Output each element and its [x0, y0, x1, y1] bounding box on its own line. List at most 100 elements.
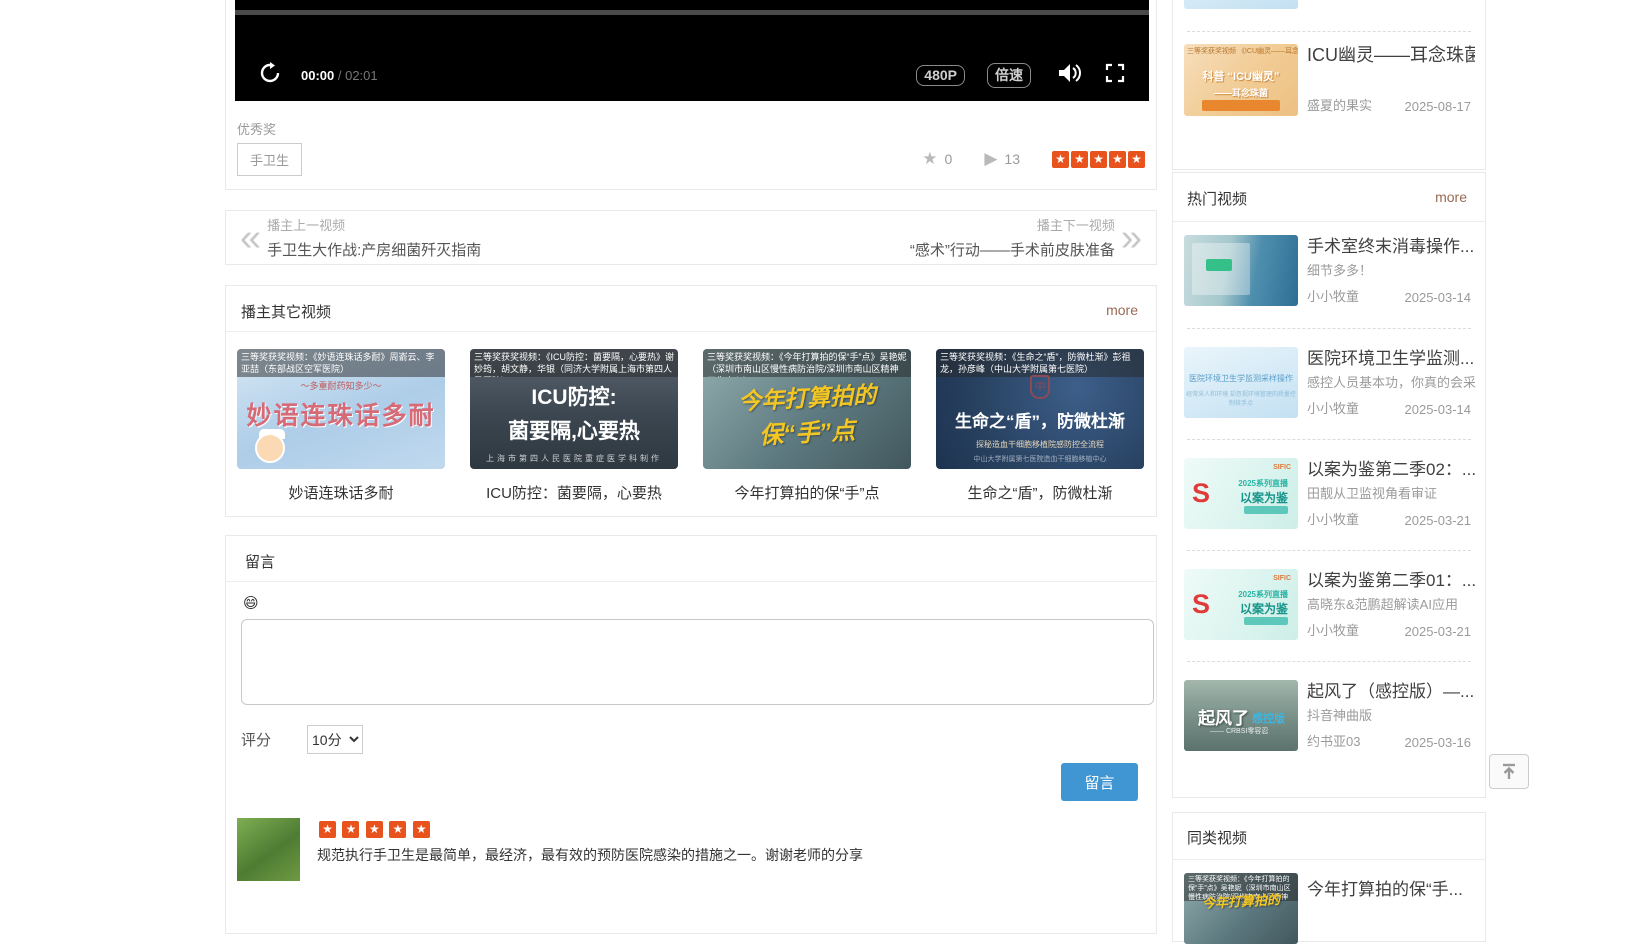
shield-icon: 中 — [1030, 375, 1050, 399]
video-title[interactable]: 医院环境卫生学监测... — [1307, 344, 1475, 369]
volume-icon[interactable] — [1057, 62, 1083, 89]
video-thumbnail[interactable] — [1184, 235, 1298, 306]
fullscreen-icon[interactable] — [1105, 63, 1125, 88]
comment-textarea[interactable] — [241, 619, 1154, 705]
quality-button[interactable]: 480P — [916, 65, 965, 86]
video-thumbnail[interactable]: 三等奖获奖视频：《ICU防控：菌要隔，心要热》谢妙筠，胡文静，华银（同济大学附属… — [470, 349, 678, 469]
sidebar-video-item[interactable]: 起风了 感控版 —— CRBSI零容忍 起风了（感控版）—... 抖音神曲版 约… — [1173, 680, 1485, 751]
uploader-video-card[interactable]: 三等奖获奖视频：《妙语连珠话多耐》周嵛云、李亚喆（东部战区空军医院） ～多重耐药… — [237, 349, 445, 503]
sidebar-video-item[interactable]: 三等奖获奖视频 《ICU幽灵——耳念珠菌》 马达梅 (广州医院) 科普 “ICU… — [1173, 44, 1485, 115]
rating-star-icon: ★ — [342, 821, 359, 838]
replay-icon[interactable] — [259, 62, 281, 89]
thumbnail-headline: ——耳念珠菌 — [1184, 86, 1298, 99]
sidebar-video-item[interactable]: S SIFIC 2025系列直播 以案为鉴 以案为鉴第二季01：... 高晓东&… — [1173, 569, 1485, 640]
video-desc: 感控人员基本功，你真的会采 — [1307, 372, 1475, 391]
video-title[interactable]: 妙语连珠话多耐 — [237, 482, 445, 503]
video-thumbnail[interactable]: 医院环境卫生学监测采样操作 经常采人和环境 却忽视环境管理的质量控制核手点 — [1184, 347, 1298, 418]
sidebar-video-item[interactable]: S SIFIC 2025系列直播 以案为鉴 以案为鉴第二季02：... 田靓从卫… — [1173, 458, 1485, 529]
video-player[interactable]: 00:00 / 02:01 480P 倍速 — [235, 0, 1149, 101]
avatar — [237, 818, 300, 881]
thumbnail-subline: 经常采人和环境 却忽视环境管理的质量控制核手点 — [1184, 389, 1298, 407]
view-count: 13 — [1004, 151, 1020, 167]
thumbnail-headline: 2025系列直播 — [1238, 589, 1288, 600]
rating-star-icon: ★ — [1071, 151, 1088, 168]
thumbnail-headline: 感控版 — [1252, 710, 1285, 726]
thumbnail-banner — [1244, 506, 1288, 514]
video-desc: 田靓从卫监视角看审证 — [1307, 483, 1475, 502]
upload-date: 2025-08-17 — [1405, 99, 1472, 114]
thumbnail-footline: 上海市第四人民医院重症医学科制作 — [470, 453, 678, 464]
uploader-name: 小小牧童 — [1307, 620, 1359, 639]
uploader-video-card[interactable]: 三等奖获奖视频：《生命之“盾”，防微杜渐》彭祖龙，孙彦峰（中山大学附属第七医院）… — [936, 349, 1144, 503]
comment-rating-stars: ★ ★ ★ ★ ★ — [317, 820, 863, 838]
video-title[interactable]: 今年打算拍的保“手”点 — [703, 482, 911, 503]
speed-button[interactable]: 倍速 — [987, 63, 1031, 88]
video-thumbnail[interactable]: 三等奖获奖视频 《ICU幽灵——耳念珠菌》 马达梅 (广州医院) 科普 “ICU… — [1184, 44, 1298, 116]
video-title[interactable]: ICU防控：菌要隔，心要热 — [470, 482, 678, 503]
time-total: 02:01 — [345, 68, 378, 83]
uploader-video-card[interactable]: 三等奖获奖视频：《ICU防控：菌要隔，心要热》谢妙筠，胡文静，华银（同济大学附属… — [470, 349, 678, 503]
video-rating-stars: ★ ★ ★ ★ ★ — [1050, 151, 1145, 168]
prev-next-nav: « 播主上一视频 手卫生大作战:产房细菌歼灭指南 播主下一视频 “感术”行动——… — [225, 210, 1157, 265]
thumbnail-caption: 三等奖获奖视频：《妙语连珠话多耐》周嵛云、李亚喆（东部战区空军医院） — [237, 349, 445, 377]
submit-comment-button[interactable]: 留言 — [1061, 763, 1138, 801]
thumbnail-caption: 三等奖获奖视频 《ICU幽灵——耳念珠菌》 马达梅 (广州医院) — [1184, 44, 1298, 58]
thumbnail-headline: 科普 “ICU幽灵” — [1184, 68, 1298, 84]
arrow-to-top-icon — [1500, 763, 1518, 780]
favorite-star-icon: ★ — [922, 149, 937, 169]
similar-videos-panel: 同类视频 三等奖获奖视频：《今年打算拍的保“手”点》吴艳妮（深圳市南山区慢性病防… — [1172, 812, 1486, 942]
similar-videos-heading: 同类视频 — [1187, 827, 1247, 848]
scroll-to-top-button[interactable] — [1489, 754, 1529, 789]
video-thumbnail[interactable]: 三等奖获奖视频：《生命之“盾”，防微杜渐》彭祖龙，孙彦峰（中山大学附属第七医院）… — [936, 349, 1144, 469]
hot-videos-more-link[interactable]: more — [1435, 189, 1467, 205]
video-thumbnail[interactable]: S SIFIC 2025系列直播 以案为鉴 — [1184, 569, 1298, 640]
next-chevrons-icon: » — [1115, 223, 1148, 253]
video-thumbnail[interactable]: 三等奖获奖视频：《今年打算拍的保“手”点》吴艳妮（深圳市南山区慢性病防治院/深圳… — [703, 349, 911, 469]
thumbnail-banner — [1202, 100, 1280, 111]
seek-bar[interactable] — [235, 10, 1149, 15]
thumbnail-art — [1206, 259, 1232, 271]
uploader-videos-panel: 播主其它视频 more 三等奖获奖视频：《妙语连珠话多耐》周嵛云、李亚喆（东部战… — [225, 285, 1157, 517]
video-thumbnail[interactable]: 三等奖获奖视频：《今年打算拍的保“手”点》吴艳妮（深圳市南山区慢性病防治院/深圳… — [1184, 873, 1298, 944]
time-divider: / — [334, 68, 345, 83]
sific-logo: SIFIC — [1273, 575, 1291, 582]
rating-star-icon: ★ — [413, 821, 430, 838]
comments-heading: 留言 — [245, 551, 275, 572]
sidebar-video-item[interactable]: 手术室终末消毒操作... 细节多多！ 小小牧童 2025-03-14 — [1173, 235, 1485, 306]
video-title[interactable]: 手术室终末消毒操作... — [1307, 232, 1475, 257]
sidebar-video-item[interactable]: 三等奖获奖视频：《今年打算拍的保“手”点》吴艳妮（深圳市南山区慢性病防治院/深圳… — [1173, 873, 1485, 944]
rating-select[interactable]: 10分 — [307, 725, 363, 754]
video-title[interactable]: 以案为鉴第二季01：... — [1307, 566, 1475, 591]
tag-button[interactable]: 手卫生 — [237, 143, 302, 176]
sific-logo: SIFIC — [1273, 464, 1291, 471]
favorite-stat[interactable]: ★ 0 — [922, 149, 952, 169]
video-thumbnail[interactable]: 三等奖获奖视频：《妙语连珠话多耐》周嵛云、李亚喆（东部战区空军医院） ～多重耐药… — [237, 349, 445, 469]
next-video-label: 播主下一视频 — [1037, 215, 1115, 234]
uploader-video-card[interactable]: 三等奖获奖视频：《今年打算拍的保“手”点》吴艳妮（深圳市南山区慢性病防治院/深圳… — [703, 349, 911, 503]
video-thumbnail[interactable] — [1184, 0, 1298, 9]
upload-date: 2025-03-16 — [1405, 735, 1472, 750]
video-title[interactable]: 起风了（感控版）—... — [1307, 677, 1475, 702]
cartoon-nurse-icon — [255, 433, 285, 463]
uploader-name: 盛夏的果实 — [1307, 95, 1372, 114]
video-thumbnail[interactable]: 起风了 感控版 —— CRBSI零容忍 — [1184, 680, 1298, 751]
video-title[interactable]: 今年打算拍的保“手... — [1307, 875, 1475, 900]
thumbnail-caption: 三等奖获奖视频：《今年打算拍的保“手”点》吴艳妮（深圳市南山区慢性病防治院/深圳… — [703, 349, 911, 377]
emoji-picker-icon[interactable]: 😄 — [243, 594, 259, 612]
sidebar-video-item[interactable]: 医院环境卫生学监测采样操作 经常采人和环境 却忽视环境管理的质量控制核手点 医院… — [1173, 347, 1485, 418]
video-title[interactable]: 以案为鉴第二季02：... — [1307, 455, 1475, 480]
video-title[interactable]: 生命之“盾”，防微杜渐 — [936, 482, 1144, 503]
thumbnail-banner — [1244, 617, 1288, 625]
hot-videos-panel: 热门视频 more 手术室终末消毒操作... 细节多多！ 小小牧童 2025-0… — [1172, 172, 1486, 798]
rating-star-icon: ★ — [319, 821, 336, 838]
prev-video-link[interactable]: « 播主上一视频 手卫生大作战:产房细菌歼灭指南 — [234, 215, 481, 260]
prev-video-title: 手卫生大作战:产房细菌歼灭指南 — [267, 239, 481, 260]
thumbnail-headline: 2025系列直播 — [1238, 478, 1288, 489]
rating-star-icon: ★ — [366, 821, 383, 838]
video-thumbnail[interactable]: S SIFIC 2025系列直播 以案为鉴 — [1184, 458, 1298, 529]
uploader-videos-more-link[interactable]: more — [1106, 302, 1138, 318]
thumbnail-headline: 生命之“盾”，防微杜渐 — [936, 407, 1144, 432]
video-title[interactable]: ICU幽灵——耳念珠菌 — [1307, 41, 1475, 67]
next-video-link[interactable]: 播主下一视频 “感术”行动——手术前皮肤准备 » — [910, 215, 1148, 260]
video-desc: 高晓东&范鹏超解读AI应用 — [1307, 594, 1475, 613]
